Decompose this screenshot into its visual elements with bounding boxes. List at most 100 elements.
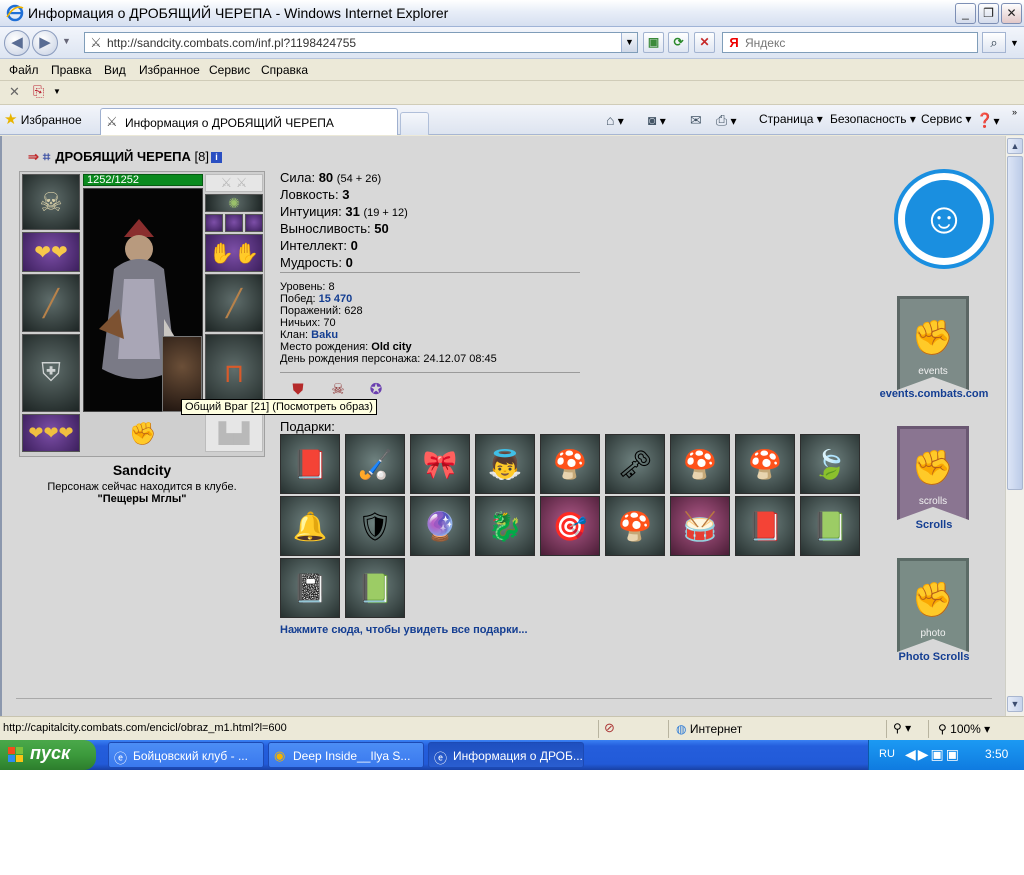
menu-file[interactable]: Файл bbox=[9, 63, 39, 77]
slot-weapon-right[interactable]: ╱ bbox=[205, 274, 263, 332]
search-button[interactable]: ⌕ bbox=[982, 32, 1006, 53]
slot-ring-1[interactable] bbox=[205, 214, 223, 232]
maximize-button[interactable]: ❐ bbox=[978, 3, 999, 24]
star-badge-icon[interactable]: ✪ bbox=[366, 379, 386, 401]
book-icon[interactable]: 📕 bbox=[280, 434, 340, 494]
taskbar-item[interactable]: ◉ Deep Inside__Ilya S... bbox=[268, 742, 424, 768]
address-dropdown-icon[interactable]: ▼ bbox=[621, 33, 637, 52]
slot-weapon-left[interactable]: ╱ bbox=[22, 274, 80, 332]
shield-badge-icon[interactable]: ⛊ bbox=[288, 379, 308, 401]
slot-amulet[interactable]: ✺ bbox=[205, 194, 263, 212]
menu-view[interactable]: Вид bbox=[104, 63, 126, 77]
info-icon[interactable]: i bbox=[211, 152, 222, 164]
refresh-icon[interactable]: ⟳ bbox=[668, 32, 689, 53]
events-banner[interactable]: ✊ events bbox=[883, 296, 983, 392]
angel-figure-icon[interactable]: 👼 bbox=[475, 434, 535, 494]
menu-help[interactable]: Справка bbox=[261, 63, 308, 77]
menu-favorites[interactable]: Избранное bbox=[139, 63, 200, 77]
twin-dragons-icon[interactable]: 🐉 bbox=[475, 496, 535, 556]
minimize-button[interactable]: _ bbox=[955, 3, 976, 24]
protected-mode-icon[interactable]: ⚲ ▾ bbox=[893, 721, 911, 735]
mushroom-icon[interactable]: 🍄 bbox=[670, 434, 730, 494]
scroll-thumb[interactable] bbox=[1007, 156, 1023, 490]
slot-bracers[interactable]: ❤❤ bbox=[22, 232, 80, 272]
translate-icon[interactable]: ⎘ bbox=[33, 83, 44, 100]
slot-ring-3[interactable] bbox=[245, 214, 263, 232]
taskbar-item-active[interactable]: ⓔ Информация о ДРОБ... bbox=[428, 742, 584, 768]
language-indicator[interactable]: RU bbox=[879, 748, 895, 760]
dark-book-icon[interactable]: 📓 bbox=[280, 558, 340, 618]
stop-icon[interactable]: ✕ bbox=[694, 32, 715, 53]
mushroom-icon[interactable]: 🍄 bbox=[605, 496, 665, 556]
help-button[interactable]: ❓▾ bbox=[976, 112, 999, 129]
drum-icon[interactable]: 🥁 bbox=[670, 496, 730, 556]
tab-active[interactable]: ⚔ Информация о ДРОБЯЩИЙ ЧЕРЕПА bbox=[100, 108, 398, 135]
stat-row: Ловкость: 3 bbox=[280, 187, 408, 204]
scroll-down-icon[interactable]: ▼ bbox=[1007, 696, 1023, 712]
security-menu[interactable]: Безопасность ▾ bbox=[830, 112, 916, 126]
green-book-icon[interactable]: 📗 bbox=[345, 558, 405, 618]
forward-button[interactable]: ▶ bbox=[32, 30, 58, 56]
feeds-button[interactable]: ◙ ▾ bbox=[648, 112, 666, 128]
private-message-icon[interactable]: ⇒ bbox=[28, 149, 39, 164]
address-field[interactable]: ⚔ http://sandcity.combats.com/inf.pl?119… bbox=[84, 32, 638, 53]
translate-dropdown-icon[interactable]: ▼ bbox=[53, 87, 61, 96]
target-icon[interactable]: 🎯 bbox=[540, 496, 600, 556]
ie-logo-icon bbox=[6, 4, 24, 22]
tray-icons[interactable]: ◀▶▣▣ bbox=[905, 746, 961, 763]
shield-mask-icon[interactable]: 🛡 bbox=[345, 496, 405, 556]
mushroom-icon[interactable]: 🍄 bbox=[540, 434, 600, 494]
bell-icon[interactable]: 🔔 bbox=[280, 496, 340, 556]
favorites-button[interactable]: ★ Избранное bbox=[4, 110, 82, 128]
bow-tie-icon[interactable]: 🎀 bbox=[410, 434, 470, 494]
mail-button[interactable]: ✉ bbox=[690, 112, 702, 129]
compatibility-icon[interactable]: ▣ bbox=[643, 32, 664, 53]
hockey-stick-icon[interactable]: 🏑 bbox=[345, 434, 405, 494]
slot-ring-2[interactable] bbox=[225, 214, 243, 232]
home-button[interactable]: ⌂ ▾ bbox=[606, 112, 624, 128]
combats-logo[interactable]: ☺ bbox=[894, 169, 994, 269]
scrolls-banner[interactable]: ✊ scrolls bbox=[883, 426, 983, 522]
slot-boots[interactable]: ▙▟ bbox=[205, 414, 263, 452]
search-options-icon[interactable]: ▼ bbox=[1010, 38, 1019, 48]
skull-badge-icon[interactable]: ☠ bbox=[328, 379, 348, 401]
slot-helmet[interactable]: ☠ bbox=[22, 174, 80, 230]
leaf-coin-icon[interactable]: 🍃 bbox=[800, 434, 860, 494]
close-toolbar-icon[interactable]: ✕ bbox=[9, 84, 20, 100]
slot-gloves[interactable]: ✋✋ bbox=[205, 234, 263, 272]
events-link[interactable]: events.combats.com bbox=[864, 388, 1004, 400]
heart-key-icon[interactable]: 🗝 bbox=[605, 434, 665, 494]
menu-edit[interactable]: Правка bbox=[51, 63, 92, 77]
mushroom-icon[interactable]: 🍄 bbox=[735, 434, 795, 494]
chevron-more-icon[interactable]: » bbox=[1012, 107, 1017, 117]
print-button[interactable]: ⎙ ▾ bbox=[716, 112, 737, 129]
glass-orb-icon[interactable]: 🔮 bbox=[410, 496, 470, 556]
search-field[interactable]: Я bbox=[722, 32, 978, 53]
photo-banner[interactable]: ✊ photo bbox=[883, 558, 983, 654]
start-button[interactable]: пуск bbox=[0, 740, 96, 770]
green-book-icon[interactable]: 📗 bbox=[800, 496, 860, 556]
vertical-scrollbar[interactable]: ▲ ▼ bbox=[1005, 136, 1024, 716]
zoom-control[interactable]: ⚲ 100% ▾ bbox=[938, 722, 990, 736]
red-book-icon[interactable]: 📕 bbox=[735, 496, 795, 556]
slot-armor[interactable]: ⛨ bbox=[22, 334, 80, 412]
scroll-up-icon[interactable]: ▲ bbox=[1007, 138, 1023, 154]
stats-list: Сила: 80 (54 + 26) Ловкость: 3 Интуиция:… bbox=[280, 170, 408, 272]
wins-value[interactable]: 15 470 bbox=[319, 293, 353, 305]
all-gifts-link[interactable]: Нажмите сюда, чтобы увидеть все подарки.… bbox=[280, 624, 528, 636]
clan-link[interactable]: Baku bbox=[311, 329, 338, 341]
character-link-icon[interactable]: ⌗ bbox=[43, 149, 50, 164]
page-menu[interactable]: Страница ▾ bbox=[759, 112, 823, 126]
new-tab-button[interactable] bbox=[400, 112, 429, 135]
search-input[interactable] bbox=[745, 35, 973, 50]
slot-belt[interactable]: ❤❤❤ bbox=[22, 414, 80, 452]
popup-blocked-icon[interactable]: ⊘ bbox=[604, 720, 615, 736]
scrolls-link[interactable]: Scrolls bbox=[864, 519, 1004, 531]
menu-tools[interactable]: Сервис bbox=[209, 63, 250, 77]
close-button[interactable]: ✕ bbox=[1001, 3, 1022, 24]
back-button[interactable]: ◀ bbox=[4, 30, 30, 56]
tools-menu[interactable]: Сервис ▾ bbox=[921, 112, 971, 126]
taskbar-item[interactable]: ⓔ Бойцовский клуб - ... bbox=[108, 742, 264, 768]
history-dropdown-icon[interactable]: ▼ bbox=[62, 36, 71, 46]
photo-scrolls-link[interactable]: Photo Scrolls bbox=[864, 651, 1004, 663]
